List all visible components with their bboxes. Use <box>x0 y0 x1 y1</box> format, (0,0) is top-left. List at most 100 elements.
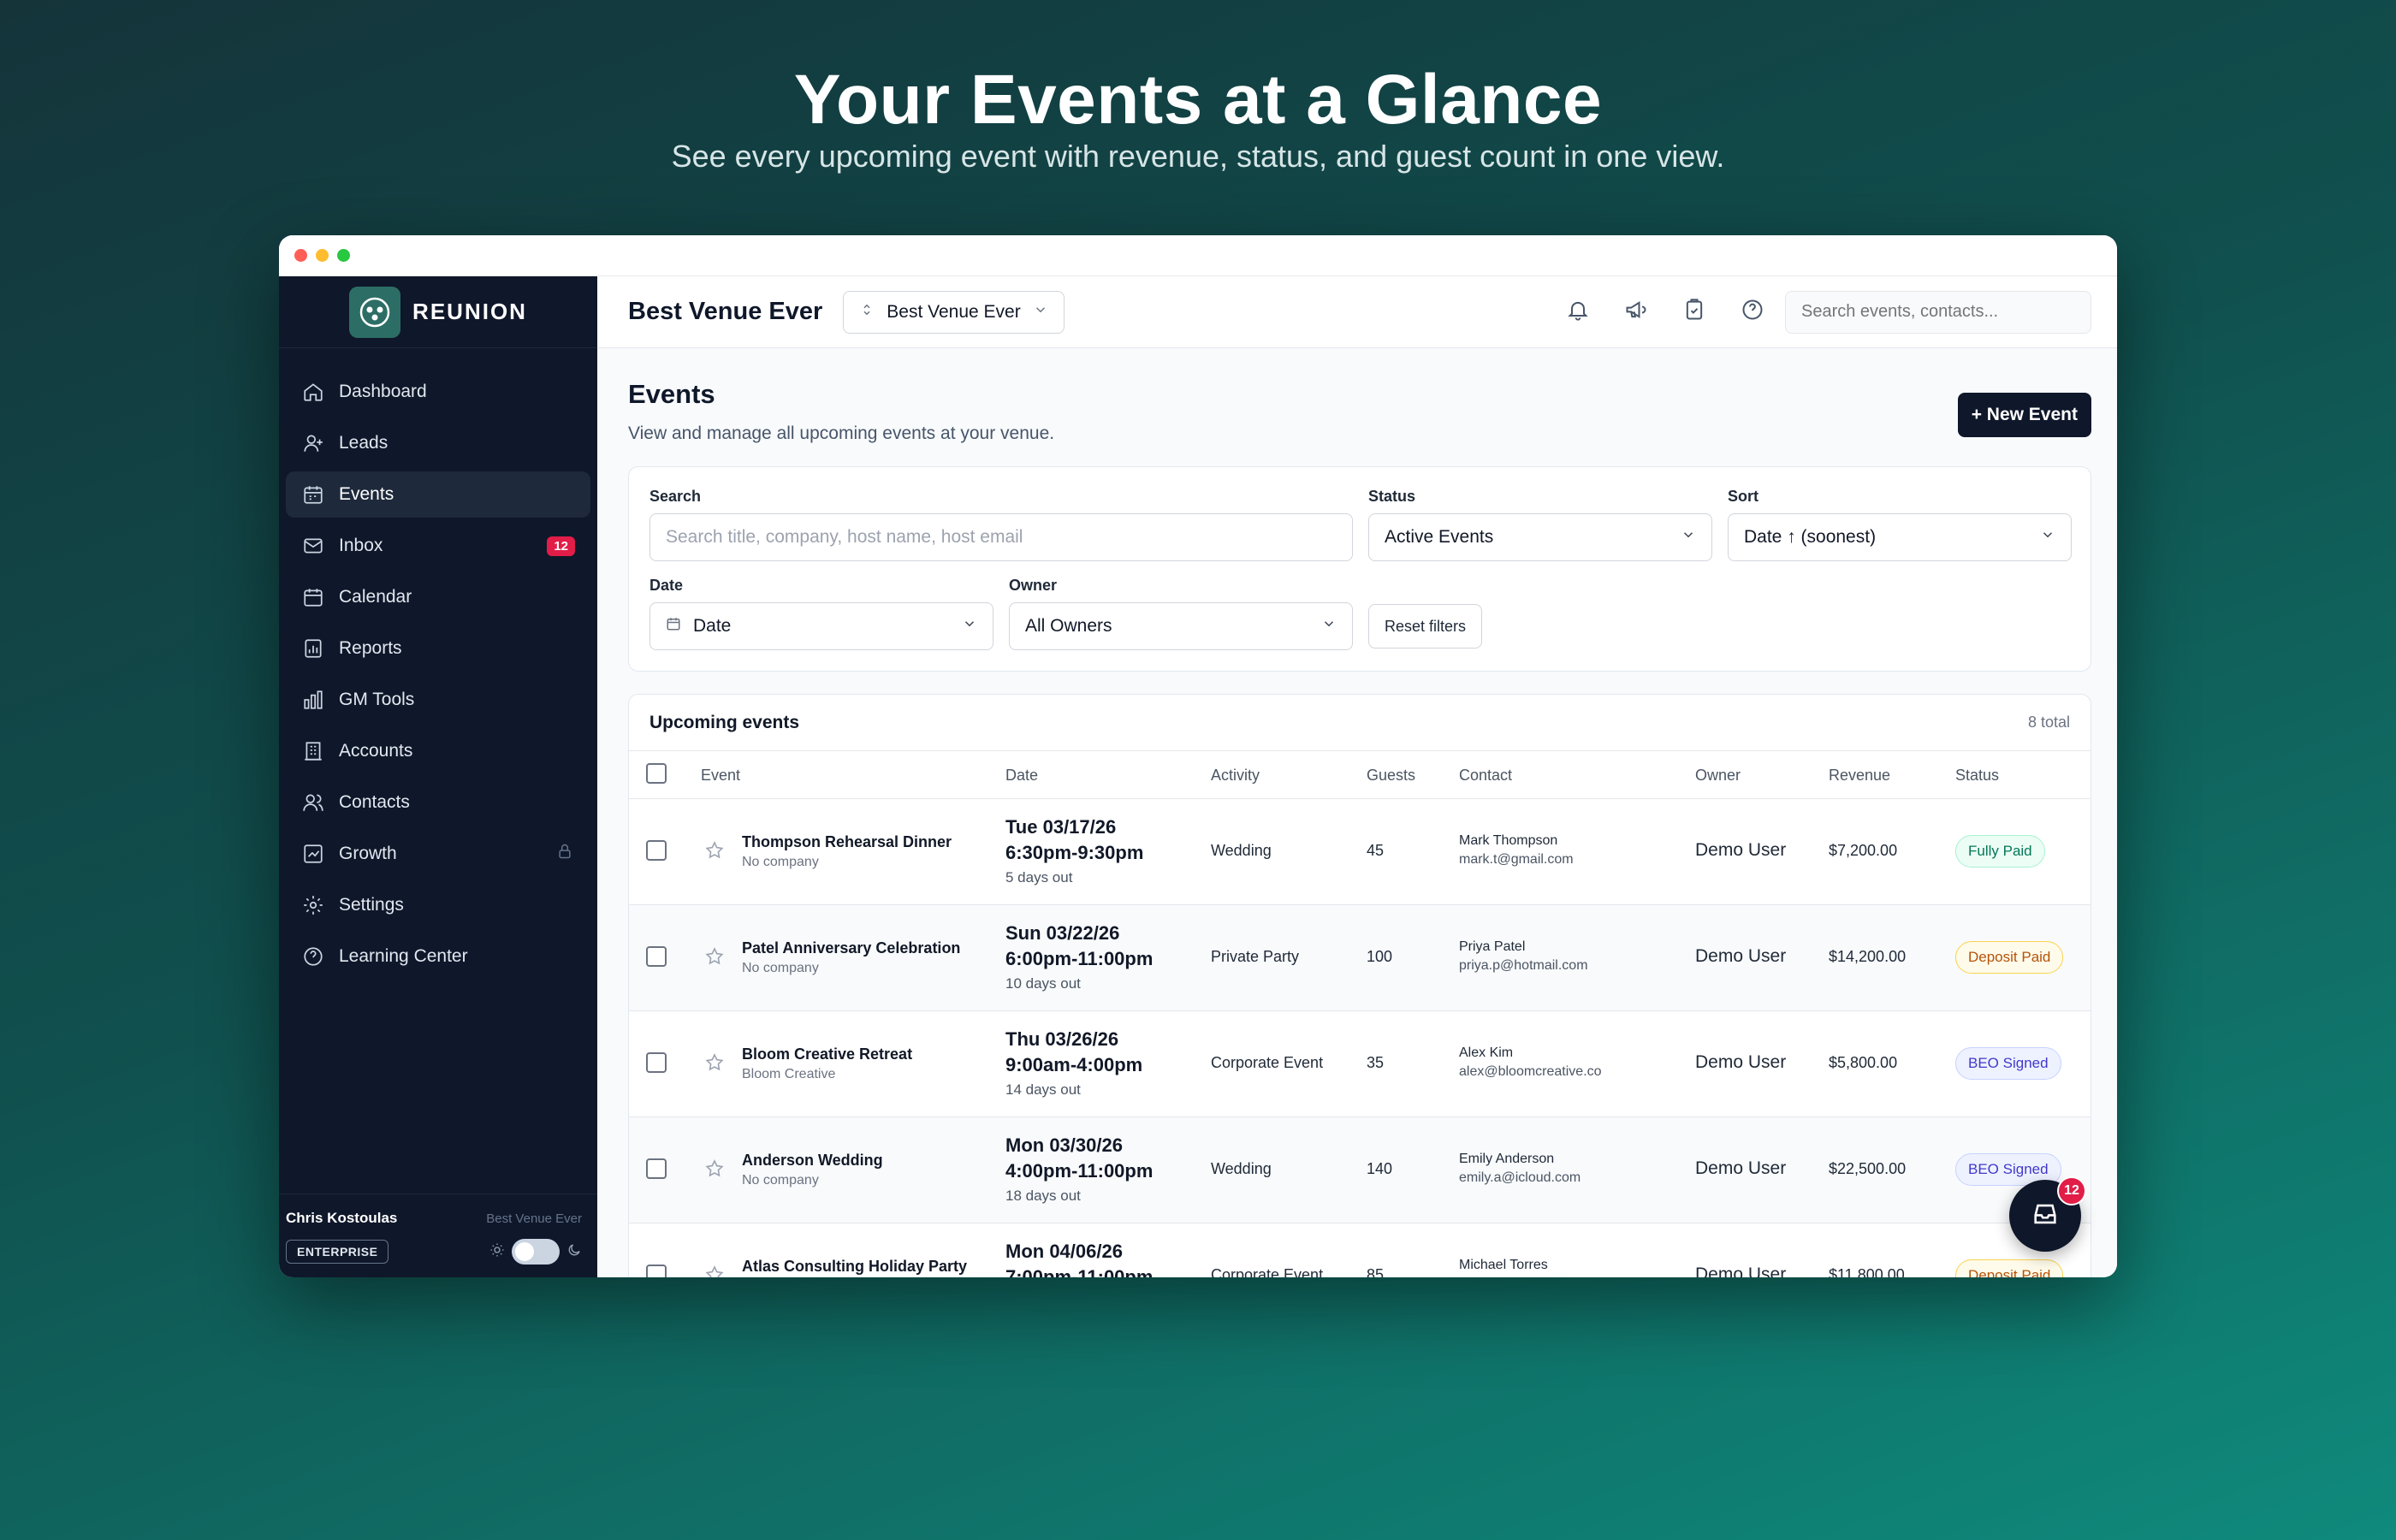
status-filter-label: Status <box>1368 488 1416 505</box>
sidebar-item-leads[interactable]: Leads <box>286 420 590 466</box>
user-name[interactable]: Chris Kostoulas <box>286 1210 397 1227</box>
star-icon[interactable] <box>704 1052 725 1077</box>
event-name[interactable]: Bloom Creative Retreat <box>742 1045 912 1063</box>
new-event-button[interactable]: + New Event <box>1957 393 2091 437</box>
event-company: Bloom Creative <box>742 1067 836 1081</box>
clipboard-check-icon[interactable] <box>1682 298 1706 326</box>
app-window: REUNION Dashboard Leads Events Inbox 12 … <box>279 235 2117 1277</box>
event-owner: Demo User <box>1695 1052 1787 1072</box>
row-checkbox[interactable] <box>646 946 667 967</box>
row-checkbox[interactable] <box>646 1265 667 1277</box>
table-row[interactable]: Patel Anniversary Celebration No company S… <box>629 905 2091 1011</box>
table-row[interactable]: Atlas Consulting Holiday Party Mon 04/06/… <box>629 1223 2091 1277</box>
user-venue: Best Venue Ever <box>486 1211 582 1226</box>
minimize-window-button[interactable] <box>316 249 329 262</box>
brand[interactable]: REUNION <box>279 276 597 348</box>
chevron-down-icon <box>1681 527 1696 548</box>
column-header-event[interactable]: Event <box>701 767 740 785</box>
filter-card: Search Search title, company, host name,… <box>628 466 2091 672</box>
table-row[interactable]: Thompson Rehearsal Dinner No company Tue 0… <box>629 799 2091 905</box>
sidebar-item-label: Reports <box>339 638 402 658</box>
megaphone-icon[interactable] <box>1624 298 1648 326</box>
table-row[interactable]: Bloom Creative Retreat Bloom Creative Thu … <box>629 1011 2091 1117</box>
column-header-date[interactable]: Date <box>1005 767 1038 785</box>
sidebar-item-reports[interactable]: Reports <box>286 625 590 672</box>
sidebar-item-label: GM Tools <box>339 690 415 709</box>
event-time: 9:00am-4:00pm <box>1005 1054 1143 1075</box>
reset-filters-button[interactable]: Reset filters <box>1368 604 1483 649</box>
sidebar-item-dashboard[interactable]: Dashboard <box>286 369 590 415</box>
row-checkbox[interactable] <box>646 1158 667 1179</box>
dark-mode-switch[interactable] <box>512 1239 560 1265</box>
maximize-window-button[interactable] <box>337 249 350 262</box>
theme-toggle <box>489 1239 582 1265</box>
event-name[interactable]: Thompson Rehearsal Dinner <box>742 833 952 851</box>
column-header-revenue[interactable]: Revenue <box>1829 767 1890 785</box>
select-all-checkbox[interactable] <box>646 763 667 784</box>
row-checkbox[interactable] <box>646 1052 667 1073</box>
help-icon[interactable] <box>1741 298 1764 326</box>
event-days-out: 18 days out <box>1005 1188 1081 1204</box>
sidebar-item-settings[interactable]: Settings <box>286 882 590 928</box>
event-date: Mon 03/30/26 <box>1005 1134 1123 1156</box>
star-icon[interactable] <box>704 1158 725 1183</box>
sidebar-item-contacts[interactable]: Contacts <box>286 779 590 826</box>
table-row[interactable]: Anderson Wedding No company Mon 03/30/26 4:… <box>629 1117 2091 1223</box>
sort-updown-icon <box>859 302 875 323</box>
owner-select[interactable]: All Owners <box>1009 602 1353 650</box>
sidebar-item-gm-tools[interactable]: GM Tools <box>286 677 590 723</box>
global-search-input[interactable] <box>1785 290 2091 334</box>
home-icon <box>301 380 325 404</box>
column-header-owner[interactable]: Owner <box>1695 767 1741 785</box>
star-icon[interactable] <box>704 946 725 971</box>
bell-icon[interactable] <box>1566 298 1590 326</box>
sort-select[interactable]: Date ↑ (soonest) <box>1728 513 2072 561</box>
column-header-status[interactable]: Status <box>1955 767 1999 785</box>
sidebar-item-learning-center[interactable]: Learning Center <box>286 933 590 980</box>
sidebar-item-accounts[interactable]: Accounts <box>286 728 590 774</box>
contact-email[interactable]: emily.a@icloud.com <box>1459 1170 1581 1186</box>
status-badge: Fully Paid <box>1955 835 2045 868</box>
sidebar-item-label: Growth <box>339 844 397 863</box>
venue-select-value: Best Venue Ever <box>887 301 1021 322</box>
sidebar-item-calendar[interactable]: Calendar <box>286 574 590 620</box>
top-icons <box>1566 298 1764 326</box>
event-name[interactable]: Patel Anniversary Celebration <box>742 939 960 957</box>
inbox-fab-button[interactable]: 12 <box>2009 1176 2086 1252</box>
mail-icon <box>301 534 325 558</box>
status-badge: Deposit Paid <box>1955 1259 2064 1277</box>
contact-name[interactable]: Emily Anderson <box>1459 1152 1581 1167</box>
sort-filter-label: Sort <box>1728 488 1758 505</box>
star-icon[interactable] <box>704 840 725 865</box>
date-picker[interactable]: Date <box>649 602 993 650</box>
sidebar-item-label: Calendar <box>339 587 412 607</box>
event-company: No company <box>742 855 819 869</box>
contact-email[interactable]: alex@bloomcreative.co <box>1459 1064 1602 1080</box>
contact-name[interactable]: Alex Kim <box>1459 1045 1602 1061</box>
sidebar-item-inbox[interactable]: Inbox 12 <box>286 523 590 569</box>
status-select[interactable]: Active Events <box>1368 513 1712 561</box>
sidebar-item-label: Dashboard <box>339 382 427 401</box>
event-name[interactable]: Atlas Consulting Holiday Party <box>742 1258 967 1276</box>
close-window-button[interactable] <box>294 249 307 262</box>
row-checkbox[interactable] <box>646 840 667 861</box>
contact-email[interactable]: mark.t@gmail.com <box>1459 852 1574 868</box>
date-filter-label: Date <box>649 577 684 594</box>
event-search-input[interactable]: Search title, company, host name, host e… <box>649 513 1353 561</box>
sidebar-footer: Chris Kostoulas Best Venue Ever ENTERPRI… <box>279 1194 597 1277</box>
column-header-contact[interactable]: Contact <box>1459 767 1512 785</box>
contact-name[interactable]: Mark Thompson <box>1459 833 1574 849</box>
contact-name[interactable]: Priya Patel <box>1459 939 1588 955</box>
star-icon[interactable] <box>704 1265 725 1277</box>
column-header-activity[interactable]: Activity <box>1211 767 1260 785</box>
hero-title: Your Events at a Glance <box>793 61 1603 139</box>
venue-select[interactable]: Best Venue Ever <box>843 290 1065 334</box>
event-name[interactable]: Anderson Wedding <box>742 1152 883 1170</box>
contact-email[interactable]: priya.p@hotmail.com <box>1459 958 1588 974</box>
sidebar-item-growth[interactable]: Growth <box>286 831 590 877</box>
contact-name[interactable]: Michael Torres <box>1459 1258 1548 1273</box>
event-company: No company <box>742 1173 819 1188</box>
column-header-guests[interactable]: Guests <box>1367 767 1415 785</box>
event-owner: Demo User <box>1695 946 1787 966</box>
sidebar-item-events[interactable]: Events <box>286 471 590 518</box>
